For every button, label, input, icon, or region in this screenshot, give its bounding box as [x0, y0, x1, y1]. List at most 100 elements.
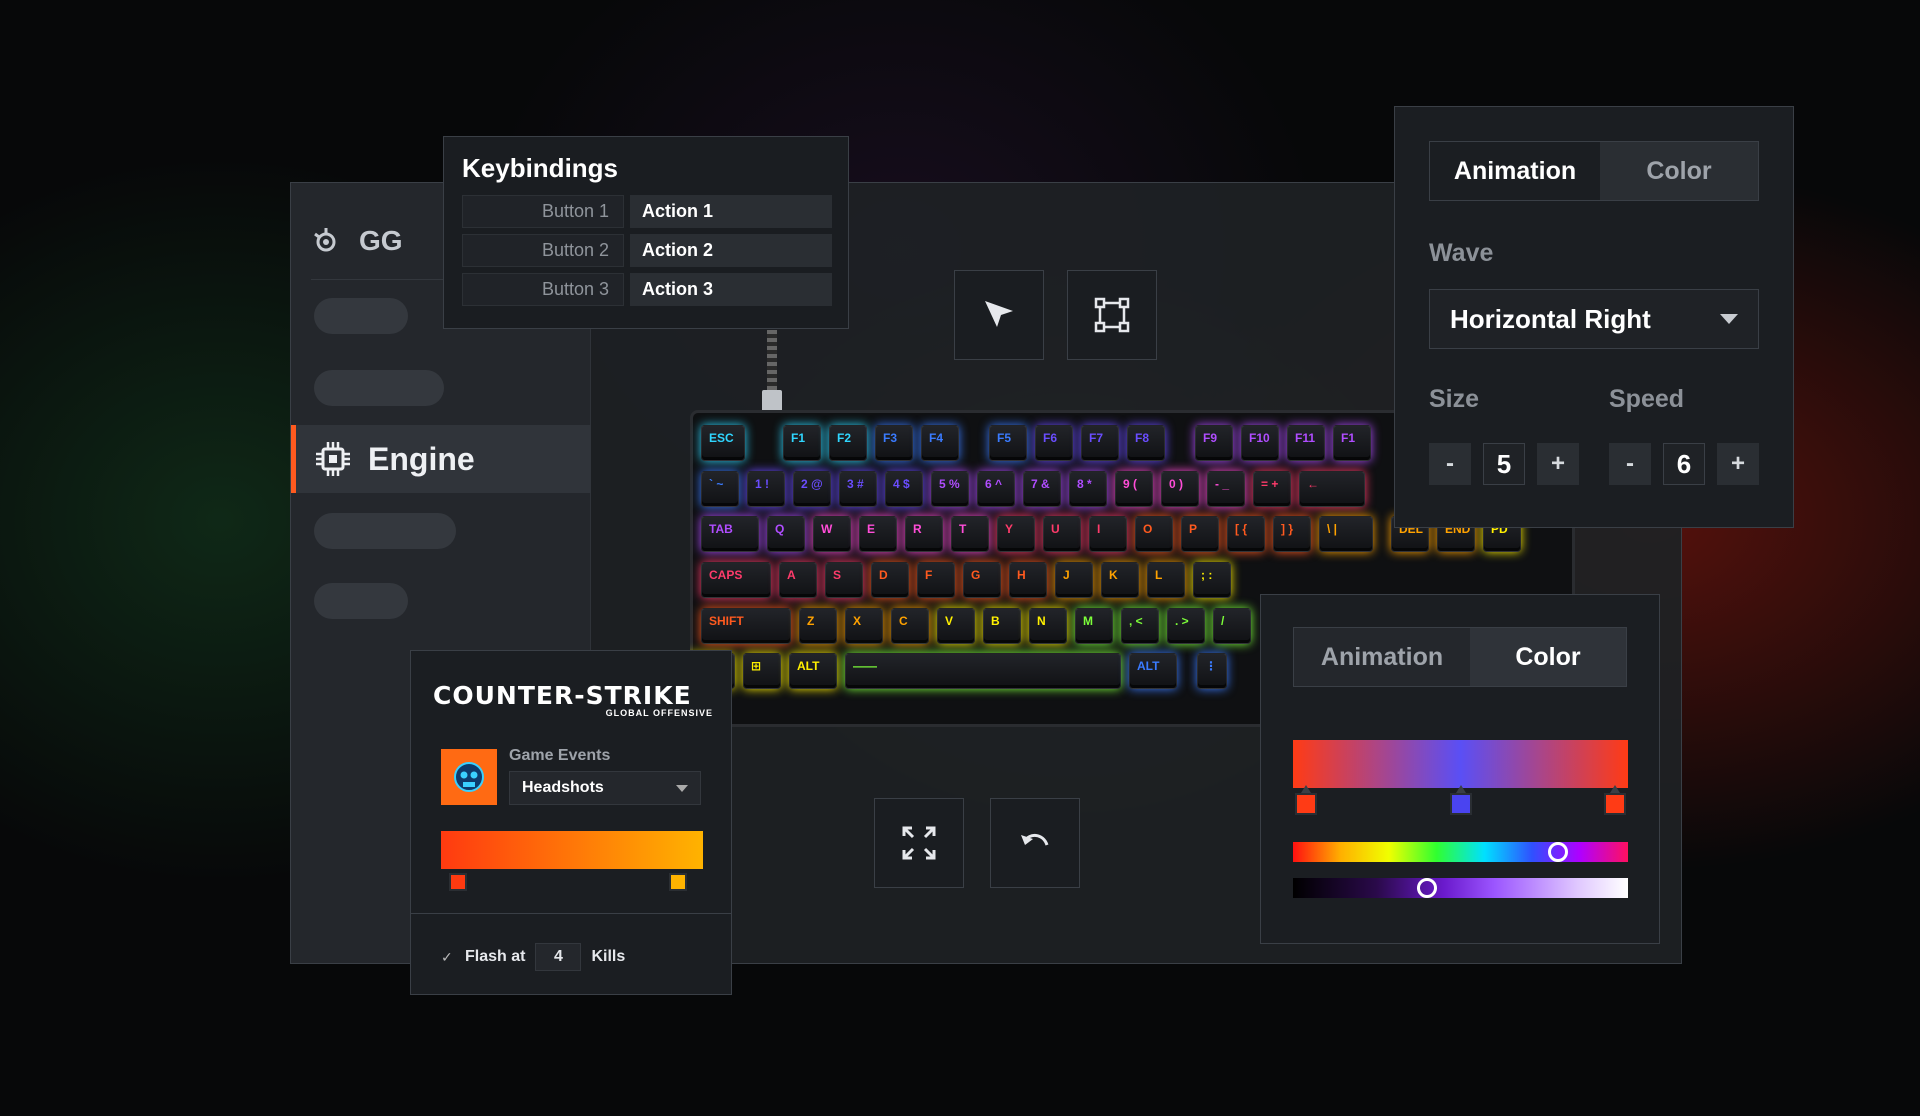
wave-dropdown[interactable]: Horizontal Right: [1429, 289, 1759, 349]
keyboard-key[interactable]: F6: [1035, 425, 1073, 461]
keybinding-row[interactable]: Button 1 Action 1: [462, 195, 832, 228]
keyboard-key[interactable]: 7 &: [1023, 471, 1061, 507]
checkmark-icon[interactable]: ✓: [441, 950, 455, 964]
tab-color[interactable]: Color: [1600, 142, 1758, 200]
sidebar-item-placeholder-1[interactable]: [314, 298, 408, 334]
brand-row[interactable]: GG: [311, 225, 403, 257]
keybinding-row[interactable]: Button 2 Action 2: [462, 234, 832, 267]
keyboard-key[interactable]: SHIFT: [701, 608, 791, 644]
hue-slider-knob[interactable]: [1547, 842, 1568, 862]
gradient-stop-handle[interactable]: [449, 873, 467, 891]
keyboard-key[interactable]: F5: [989, 425, 1027, 461]
keyboard-key[interactable]: M: [1075, 608, 1113, 644]
keyboard-key[interactable]: 3 #: [839, 471, 877, 507]
gradient-stop-handle[interactable]: [1604, 785, 1626, 815]
keyboard-key[interactable]: ] }: [1273, 516, 1311, 552]
event-gradient-bar[interactable]: [441, 831, 703, 869]
speed-decrement-button[interactable]: -: [1609, 443, 1651, 485]
keyboard-key[interactable]: . >: [1167, 608, 1205, 644]
tab-animation[interactable]: Animation: [1294, 628, 1470, 686]
keyboard-key[interactable]: ESC: [701, 425, 745, 461]
sidebar-item-engine[interactable]: Engine: [291, 425, 591, 493]
keyboard-key[interactable]: A: [779, 562, 817, 598]
gradient-stop-handle[interactable]: [669, 873, 687, 891]
keyboard-key[interactable]: F1: [783, 425, 821, 461]
size-increment-button[interactable]: +: [1537, 443, 1579, 485]
keyboard-key[interactable]: F: [917, 562, 955, 598]
keyboard-key[interactable]: Z: [799, 608, 837, 644]
keyboard-key[interactable]: U: [1043, 516, 1081, 552]
gradient-preview-bar[interactable]: [1293, 740, 1628, 788]
keyboard-key[interactable]: 9 (: [1115, 471, 1153, 507]
keyboard-key[interactable]: 5 %: [931, 471, 969, 507]
keyboard-key[interactable]: F9: [1195, 425, 1233, 461]
keyboard-key[interactable]: 0 ): [1161, 471, 1199, 507]
keyboard-key[interactable]: [ {: [1227, 516, 1265, 552]
lightness-slider-knob[interactable]: [1417, 878, 1437, 898]
select-tool-button[interactable]: [954, 270, 1044, 360]
keyboard-key[interactable]: ALT: [789, 653, 837, 689]
keyboard-key[interactable]: F2: [829, 425, 867, 461]
speed-value[interactable]: 6: [1663, 443, 1705, 485]
keyboard-key[interactable]: V: [937, 608, 975, 644]
fullscreen-button[interactable]: [874, 798, 964, 888]
keyboard-key[interactable]: ; :: [1193, 562, 1231, 598]
keyboard-key[interactable]: L: [1147, 562, 1185, 598]
keyboard-key[interactable]: 2 @: [793, 471, 831, 507]
game-event-dropdown[interactable]: Headshots: [509, 771, 701, 805]
keyboard-key[interactable]: 6 ^: [977, 471, 1015, 507]
sidebar-item-placeholder-3[interactable]: [314, 513, 456, 549]
keyboard-key[interactable]: F1: [1333, 425, 1371, 461]
keyboard-key[interactable]: J: [1055, 562, 1093, 598]
keyboard-key[interactable]: K: [1101, 562, 1139, 598]
undo-button[interactable]: [990, 798, 1080, 888]
keyboard-key[interactable]: C: [891, 608, 929, 644]
keyboard-key[interactable]: F3: [875, 425, 913, 461]
keyboard-key[interactable]: 8 *: [1069, 471, 1107, 507]
keyboard-key[interactable]: /: [1213, 608, 1251, 644]
lightness-slider[interactable]: [1293, 878, 1628, 898]
hue-slider[interactable]: [1293, 842, 1628, 862]
keyboard-key[interactable]: TAB: [701, 516, 759, 552]
keyboard-key[interactable]: F10: [1241, 425, 1279, 461]
keyboard-key[interactable]: H: [1009, 562, 1047, 598]
size-value[interactable]: 5: [1483, 443, 1525, 485]
keyboard-key[interactable]: R: [905, 516, 943, 552]
tab-animation[interactable]: Animation: [1430, 142, 1600, 200]
keyboard-key[interactable]: G: [963, 562, 1001, 598]
sidebar-item-placeholder-4[interactable]: [314, 583, 408, 619]
keyboard-key[interactable]: \ |: [1319, 516, 1373, 552]
keyboard-key[interactable]: W: [813, 516, 851, 552]
size-decrement-button[interactable]: -: [1429, 443, 1471, 485]
keyboard-key[interactable]: E: [859, 516, 897, 552]
keyboard-key[interactable]: ⊞: [743, 653, 781, 689]
keyboard-key[interactable]: I: [1089, 516, 1127, 552]
keyboard-key[interactable]: - _: [1207, 471, 1245, 507]
keyboard-key[interactable]: ——: [845, 653, 1121, 689]
keyboard-key[interactable]: Y: [997, 516, 1035, 552]
keybinding-row[interactable]: Button 3 Action 3: [462, 273, 832, 306]
kills-count-input[interactable]: 4: [535, 943, 582, 971]
keyboard-key[interactable]: = +: [1253, 471, 1291, 507]
keyboard-key[interactable]: Q: [767, 516, 805, 552]
keyboard-key[interactable]: 1 !: [747, 471, 785, 507]
sidebar-item-placeholder-2[interactable]: [314, 370, 444, 406]
keyboard-key[interactable]: S: [825, 562, 863, 598]
keyboard-key[interactable]: F8: [1127, 425, 1165, 461]
keyboard-key[interactable]: F7: [1081, 425, 1119, 461]
speed-increment-button[interactable]: +: [1717, 443, 1759, 485]
keyboard-key[interactable]: O: [1135, 516, 1173, 552]
keyboard-key[interactable]: P: [1181, 516, 1219, 552]
keyboard-key[interactable]: ←: [1299, 471, 1365, 507]
transform-tool-button[interactable]: [1067, 270, 1157, 360]
keyboard-key[interactable]: F11: [1287, 425, 1325, 461]
tab-color[interactable]: Color: [1470, 628, 1626, 686]
gradient-stop-handle[interactable]: [1295, 785, 1317, 815]
keyboard-key[interactable]: 4 $: [885, 471, 923, 507]
keyboard-key[interactable]: T: [951, 516, 989, 552]
keyboard-key[interactable]: ALT: [1129, 653, 1177, 689]
keyboard-key[interactable]: CAPS: [701, 562, 771, 598]
keyboard-key[interactable]: ⋮: [1197, 653, 1227, 689]
keyboard-key[interactable]: ` ~: [701, 471, 739, 507]
keyboard-key[interactable]: D: [871, 562, 909, 598]
